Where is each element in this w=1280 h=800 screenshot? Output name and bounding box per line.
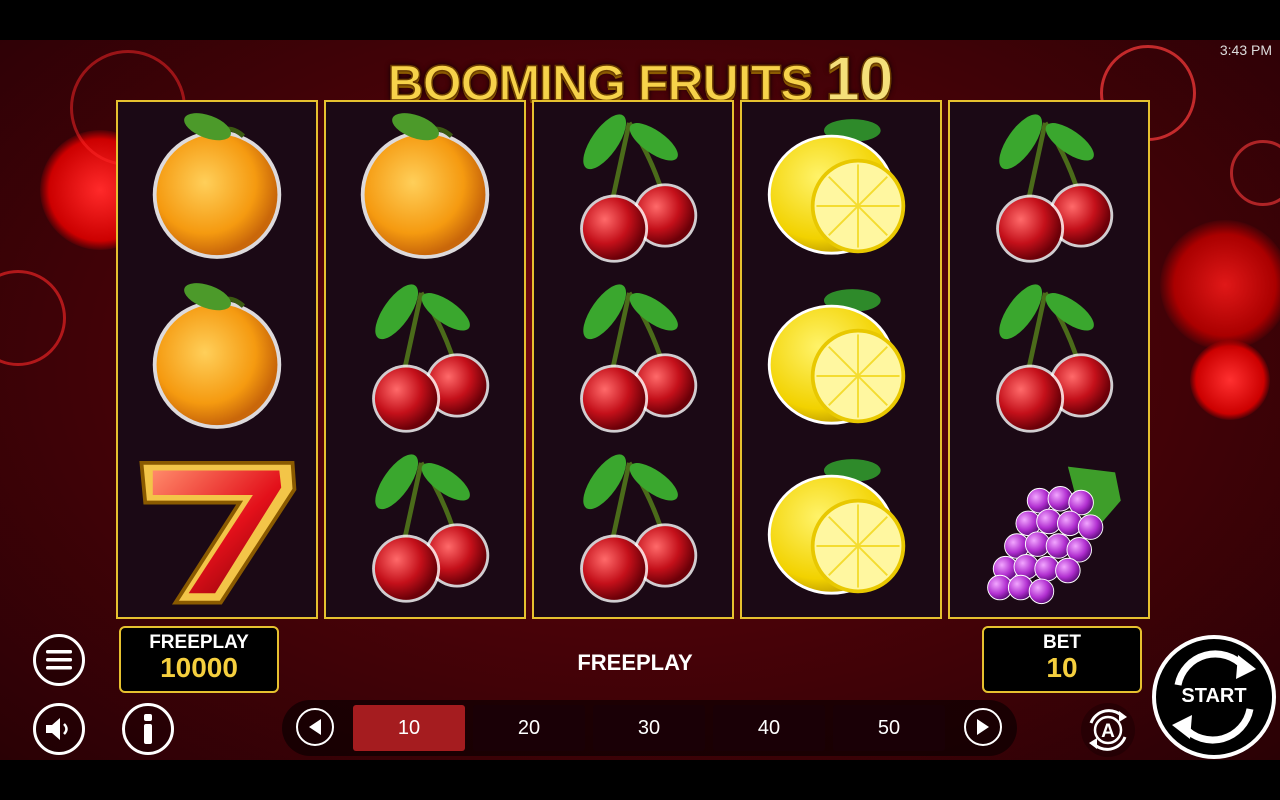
- balance-box: FREEPLAY 10000: [119, 626, 279, 693]
- cherry-icon: [372, 454, 490, 603]
- bet-selector: 10 20 30 40 50: [282, 700, 1017, 756]
- orange-symbol: [118, 104, 316, 274]
- bet-next-button[interactable]: [964, 708, 1002, 746]
- reel-3: [532, 100, 734, 619]
- orange-icon: [360, 113, 490, 259]
- start-button[interactable]: START: [1152, 635, 1276, 759]
- mode-label: FREEPLAY: [577, 650, 693, 675]
- background-bokeh: [1190, 340, 1270, 420]
- autoplay-icon: A: [1089, 709, 1127, 751]
- orange-symbol: [118, 274, 316, 444]
- cherry-symbol: [534, 444, 732, 614]
- reel-1: [116, 100, 318, 619]
- autoplay-button[interactable]: A: [1081, 703, 1135, 757]
- cherry-symbol: [326, 444, 524, 614]
- cherry-icon: [580, 454, 698, 603]
- background-bokeh: [0, 270, 66, 366]
- bet-label: BET: [1043, 632, 1081, 653]
- speaker-icon: [46, 718, 68, 740]
- game-screen: 3:43 PM BOOMING FRUITS 10 FREEPLAY 10000…: [0, 40, 1280, 760]
- orange-icon: [152, 283, 282, 429]
- reel-5: [948, 100, 1150, 619]
- cherry-icon: [580, 114, 698, 263]
- bet-option-40[interactable]: 40: [713, 705, 825, 751]
- lemon-icon: [767, 459, 906, 595]
- background-bokeh: [1230, 140, 1280, 206]
- bet-prev-button[interactable]: [296, 708, 334, 746]
- orange-icon: [152, 113, 282, 259]
- start-label: START: [1181, 685, 1247, 707]
- background-bokeh: [1160, 220, 1280, 350]
- cherry-icon: [996, 284, 1114, 433]
- lemon-symbol: [742, 274, 940, 444]
- triangle-right-icon: [977, 719, 989, 735]
- lemon-icon: [767, 289, 906, 425]
- cherry-symbol: [326, 274, 524, 444]
- lemon-symbol: [742, 104, 940, 274]
- menu-button[interactable]: [33, 634, 85, 686]
- bet-option-30[interactable]: 30: [593, 705, 705, 751]
- balance-label: FREEPLAY: [149, 632, 249, 653]
- hamburger-menu-icon: [46, 650, 72, 670]
- bet-option-50[interactable]: 50: [833, 705, 945, 751]
- cherry-icon: [996, 114, 1114, 263]
- orange-symbol: [326, 104, 524, 274]
- info-icon: [144, 714, 152, 744]
- cherry-symbol: [950, 274, 1148, 444]
- cherry-icon: [372, 284, 490, 433]
- cherry-icon: [580, 284, 698, 433]
- grapes-symbol: [950, 444, 1148, 614]
- cherry-symbol: [950, 104, 1148, 274]
- seven-icon: [139, 461, 297, 605]
- info-button[interactable]: [122, 703, 174, 755]
- lemon-symbol: [742, 444, 940, 614]
- cherry-symbol: [534, 104, 732, 274]
- sound-button[interactable]: [33, 703, 85, 755]
- reel-2: [324, 100, 526, 619]
- bet-option-10[interactable]: 10: [353, 705, 465, 751]
- cherry-symbol: [534, 274, 732, 444]
- svg-text:A: A: [1101, 721, 1115, 742]
- reel-4: [740, 100, 942, 619]
- bet-box: BET 10: [982, 626, 1142, 693]
- balance-value: 10000: [160, 652, 238, 683]
- lemon-icon: [767, 119, 906, 255]
- bet-value: 10: [1046, 652, 1078, 683]
- bet-option-20[interactable]: 20: [473, 705, 585, 751]
- seven-symbol: [118, 444, 316, 614]
- grapes-icon: [987, 466, 1121, 605]
- triangle-left-icon: [309, 719, 321, 735]
